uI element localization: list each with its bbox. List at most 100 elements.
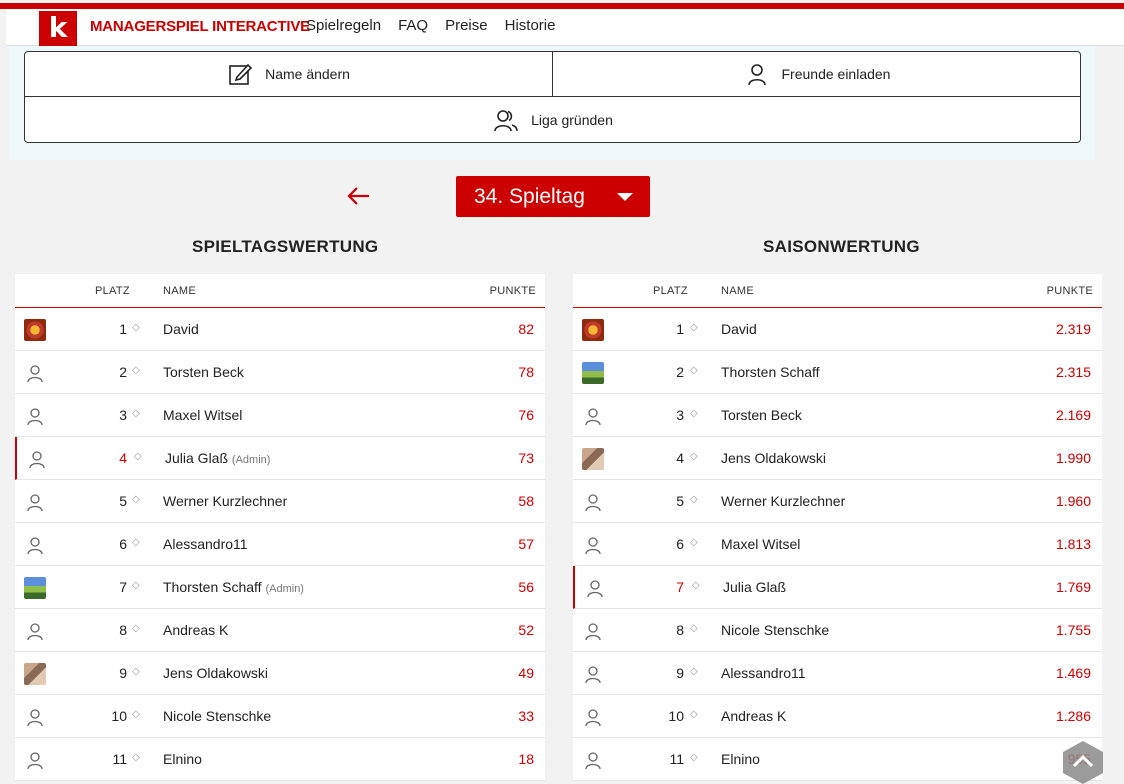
points: 58 — [518, 493, 534, 509]
rank: 6 — [676, 536, 684, 552]
rename-label: Name ändern — [265, 66, 350, 82]
diamond-icon: ◇ — [690, 752, 698, 763]
scroll-to-top-button[interactable] — [1062, 740, 1104, 784]
diamond-icon: ◇ — [132, 709, 140, 720]
col-name[interactable]: NAME — [163, 285, 196, 297]
invite-friends-button[interactable]: Freunde einladen — [553, 52, 1081, 97]
player-name[interactable]: Alessandro11 — [163, 536, 248, 552]
player-name-text: Thorsten Schaff — [163, 579, 262, 595]
user-icon — [747, 64, 766, 86]
arrow-left-icon[interactable] — [345, 184, 371, 208]
rank: 9 — [676, 665, 684, 681]
col-punkte[interactable]: PUNKTE — [490, 285, 536, 297]
points: 52 — [518, 622, 534, 638]
rank: 7 — [676, 579, 684, 595]
nav-preise[interactable]: Preise — [445, 17, 488, 34]
player-name[interactable]: Andreas K — [163, 622, 228, 638]
table-row[interactable]: 9 ◇ Alessandro11 1.469 — [573, 652, 1102, 695]
kicker-logo[interactable]: k — [39, 11, 77, 47]
player-name[interactable]: Alessandro11 — [721, 665, 806, 681]
player-name[interactable]: Nicole Stenschke — [721, 622, 829, 638]
table-row[interactable]: 7 ◇ Julia Glaß 1.769 — [573, 566, 1102, 609]
player-name-text: Julia Glaß — [165, 450, 229, 466]
player-name[interactable]: David — [163, 321, 199, 337]
rank: 4 — [676, 450, 684, 466]
player-name-text: Andreas K — [163, 622, 229, 638]
player-name-text: Thorsten Schaff — [721, 364, 820, 380]
player-name[interactable]: Jens Oldakowski — [163, 665, 268, 681]
table-row[interactable]: 8 ◇ Nicole Stenschke 1.755 — [573, 609, 1102, 652]
player-name[interactable]: Werner Kurzlechner — [721, 493, 845, 509]
col-name[interactable]: NAME — [721, 285, 754, 297]
nav-faq[interactable]: FAQ — [398, 17, 428, 34]
create-league-button[interactable]: Liga gründen — [25, 97, 1081, 143]
table-row[interactable]: 5 ◇ Werner Kurzlechner 1.960 — [573, 480, 1102, 523]
rank: 1 — [119, 321, 127, 337]
player-name[interactable]: Thorsten Schaff — [721, 364, 820, 380]
nav-spielregeln[interactable]: Spielregeln — [306, 17, 381, 34]
player-name[interactable]: Nicole Stenschke — [163, 708, 271, 724]
table-row[interactable]: 11 ◇ Elnino 18 — [15, 738, 545, 781]
col-punkte[interactable]: PUNKTE — [1047, 285, 1093, 297]
table-row[interactable]: 4 ◇ Jens Oldakowski 1.990 — [573, 437, 1102, 480]
player-name-text: Nicole Stenschke — [163, 708, 272, 724]
table-row[interactable]: 7 ◇ Thorsten Schaff (Admin) 56 — [15, 566, 545, 609]
nav-historie[interactable]: Historie — [505, 17, 556, 34]
col-platz[interactable]: PLATZ — [95, 285, 130, 297]
user-icon — [582, 749, 604, 771]
player-name-text: Maxel Witsel — [721, 536, 801, 552]
table-row[interactable]: 1 ◇ David 2.319 — [573, 308, 1102, 351]
player-name-text: Andreas K — [721, 708, 787, 724]
player-name[interactable]: David — [721, 321, 757, 337]
player-name[interactable]: Elnino — [721, 751, 760, 767]
table-row[interactable]: 10 ◇ Nicole Stenschke 33 — [15, 695, 545, 738]
table-row[interactable]: 6 ◇ Alessandro11 57 — [15, 523, 545, 566]
table-row[interactable]: 10 ◇ Andreas K 1.286 — [573, 695, 1102, 738]
rank: 3 — [676, 407, 684, 423]
player-name[interactable]: Thorsten Schaff (Admin) — [163, 579, 304, 595]
player-name[interactable]: Maxel Witsel — [721, 536, 800, 552]
player-name[interactable]: Julia Glaß (Admin) — [165, 450, 270, 466]
table-row[interactable]: 9 ◇ Jens Oldakowski 49 — [15, 652, 545, 695]
player-name[interactable]: Werner Kurzlechner — [163, 493, 287, 509]
player-name[interactable]: Torsten Beck — [163, 364, 244, 380]
user-icon — [24, 405, 46, 427]
player-name[interactable]: Andreas K — [721, 708, 786, 724]
diamond-icon: ◇ — [134, 451, 142, 462]
user-icon — [24, 491, 46, 513]
points: 2.169 — [1055, 407, 1091, 423]
player-name[interactable]: Jens Oldakowski — [721, 450, 826, 466]
table-row[interactable]: 2 ◇ Thorsten Schaff 2.315 — [573, 351, 1102, 394]
player-name[interactable]: Julia Glaß — [723, 579, 786, 595]
table-row[interactable]: 11◇Elnino955 — [573, 738, 1102, 781]
table-row[interactable]: 5 ◇ Werner Kurzlechner 58 — [15, 480, 545, 523]
player-name[interactable]: Maxel Witsel — [163, 407, 242, 423]
matchday-select[interactable]: 34. Spieltag — [456, 176, 650, 217]
table-row[interactable]: 2 ◇ Torsten Beck 78 — [15, 351, 545, 394]
player-name[interactable]: Torsten Beck — [721, 407, 802, 423]
points: 1.469 — [1055, 665, 1091, 681]
points: 1.769 — [1055, 579, 1091, 595]
matchday-label: 34. Spieltag — [474, 184, 585, 208]
table-row[interactable]: 6 ◇ Maxel Witsel 1.813 — [573, 523, 1102, 566]
player-name[interactable]: Elnino — [163, 751, 202, 767]
spieltag-table: PLATZ NAME PUNKTE 1 ◇ David 82 2 ◇ Torsten Bec… — [15, 274, 545, 781]
rename-button[interactable]: Name ändern — [25, 52, 553, 97]
invite-label: Freunde einladen — [781, 66, 891, 82]
saison-title: SAISONWERTUNG — [763, 237, 920, 256]
diamond-icon: ◇ — [690, 623, 698, 634]
table-row[interactable]: 4 ◇ Julia Glaß (Admin) 73 — [15, 437, 545, 480]
diamond-icon: ◇ — [690, 537, 698, 548]
brand-title[interactable]: MANAGERSPIEL INTERACTIVE — [90, 18, 310, 35]
table-row[interactable]: 3 ◇ Maxel Witsel 76 — [15, 394, 545, 437]
col-platz[interactable]: PLATZ — [653, 285, 688, 297]
points: 57 — [518, 536, 534, 552]
table-row[interactable]: 1 ◇ David 82 — [15, 308, 545, 351]
group-icon — [494, 110, 518, 132]
player-name-text: Werner Kurzlechner — [163, 493, 288, 509]
diamond-icon: ◇ — [690, 494, 698, 505]
site-header: k MANAGERSPIEL INTERACTIVE Spielregeln F… — [6, 9, 1124, 47]
table-row[interactable]: 3 ◇ Torsten Beck 2.169 — [573, 394, 1102, 437]
table-row[interactable]: 8 ◇ Andreas K 52 — [15, 609, 545, 652]
player-name-text: Jens Oldakowski — [721, 450, 827, 466]
